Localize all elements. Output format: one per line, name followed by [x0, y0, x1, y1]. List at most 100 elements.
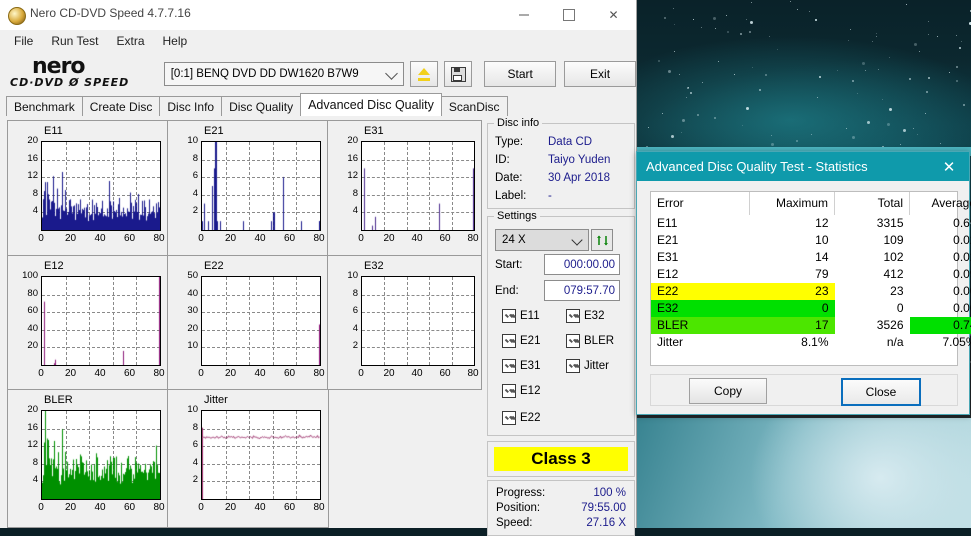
y-axis-tick: 8	[328, 188, 358, 199]
cell-total: 412	[835, 266, 910, 283]
cell-maximum: 0	[750, 300, 835, 317]
menu-help[interactable]: Help	[155, 32, 196, 50]
y-axis-tick: 4	[8, 474, 38, 485]
disc-label-label: Label:	[495, 190, 526, 202]
x-axis-tick: 20	[60, 368, 82, 379]
position-value: 79:55.00	[581, 502, 626, 514]
table-row: E12794120.09	[651, 266, 971, 283]
plot-area	[361, 276, 475, 366]
chart-jitter: Jitter246810020406080	[167, 389, 329, 528]
chart-title: E32	[364, 260, 384, 272]
statistics-dialog: Advanced Disc Quality Test - Statistics …	[636, 151, 970, 415]
menu-extra[interactable]: Extra	[108, 32, 152, 50]
x-axis-tick: 40	[249, 233, 271, 244]
checkbox-e22[interactable]: E22	[502, 411, 540, 425]
cell-average: 0.74	[910, 317, 971, 334]
y-axis-tick: 12	[328, 170, 358, 181]
table-row: E31141020.02	[651, 249, 971, 266]
y-axis-tick: 60	[8, 305, 38, 316]
tab-benchmark[interactable]: Benchmark	[6, 96, 83, 116]
y-axis-tick: 40	[168, 288, 198, 299]
x-axis-tick: 0	[190, 502, 212, 513]
disc-id-label: ID:	[495, 154, 510, 166]
x-axis-tick: 80	[308, 502, 330, 513]
exit-button[interactable]: Exit	[564, 61, 636, 87]
menu-bar: File Run Test Extra Help	[0, 30, 636, 52]
statistics-table: Error Maximum Total Average E111233150.6…	[651, 192, 971, 351]
close-button[interactable]: ✕	[591, 0, 636, 30]
y-axis-tick: 8	[168, 153, 198, 164]
refresh-button[interactable]	[591, 229, 613, 251]
checkbox-e21[interactable]: E21	[502, 334, 540, 348]
menu-file[interactable]: File	[6, 32, 41, 50]
speed-value: 27.16 X	[586, 517, 626, 529]
save-button[interactable]	[444, 61, 472, 87]
th-average: Average	[910, 192, 971, 215]
y-axis-tick: 20	[8, 404, 38, 415]
table-row: BLER1735260.74	[651, 317, 971, 334]
tab-scandisc[interactable]: ScanDisc	[441, 96, 508, 116]
x-axis-tick: 0	[30, 502, 52, 513]
end-input[interactable]: 079:57.70	[544, 280, 620, 301]
y-axis-tick: 6	[328, 305, 358, 316]
table-row: E32000.00	[651, 300, 971, 317]
checkbox-e31[interactable]: E31	[502, 359, 540, 373]
x-axis-tick: 40	[89, 233, 111, 244]
x-axis-tick: 0	[30, 368, 52, 379]
logo-tagline: CD·DVD Ø SPEED	[10, 76, 129, 89]
close-icon: ✕	[943, 158, 956, 176]
close-dialog-button[interactable]: Close	[841, 378, 921, 406]
checkbox-e12[interactable]: E12	[502, 384, 540, 398]
class-result: Class 3	[494, 447, 628, 471]
checkbox-bler[interactable]: BLER	[566, 334, 614, 348]
checkbox-icon	[566, 359, 580, 373]
plot-area	[201, 276, 321, 366]
copy-button[interactable]: Copy	[689, 378, 767, 404]
tab-advanced-disc-quality[interactable]: Advanced Disc Quality	[300, 93, 442, 116]
checkbox-e21-label: E21	[520, 335, 540, 347]
maximize-button[interactable]	[546, 0, 591, 30]
chart-e12: E1220406080100020406080	[7, 255, 169, 390]
x-axis-tick: 20	[220, 502, 242, 513]
nero-main-window: Nero CD-DVD Speed 4.7.7.16 ✕ File Run Te…	[0, 0, 637, 528]
y-axis-tick: 2	[328, 340, 358, 351]
y-axis-tick: 20	[168, 323, 198, 334]
chart-series	[202, 411, 320, 499]
cell-maximum: 17	[750, 317, 835, 334]
y-axis-tick: 4	[328, 323, 358, 334]
th-total: Total	[835, 192, 910, 215]
checkbox-e11[interactable]: E11	[502, 309, 540, 323]
checkbox-jitter[interactable]: Jitter	[566, 359, 609, 373]
th-error: Error	[651, 192, 750, 215]
checkbox-e32-label: E32	[584, 310, 604, 322]
y-axis-tick: 8	[8, 188, 38, 199]
checkbox-e32[interactable]: E32	[566, 309, 604, 323]
tab-create-disc[interactable]: Create Disc	[82, 96, 161, 116]
y-axis-tick: 12	[8, 170, 38, 181]
tab-disc-quality[interactable]: Disc Quality	[221, 96, 301, 116]
disc-info-legend: Disc info	[494, 117, 542, 129]
cell-average: 0.00	[910, 300, 971, 317]
chart-title: E21	[204, 125, 224, 137]
statistics-close-button[interactable]: ✕	[929, 152, 969, 181]
menu-run-test[interactable]: Run Test	[43, 32, 106, 50]
x-axis-tick: 40	[406, 368, 428, 379]
cell-error: E12	[651, 266, 750, 283]
x-axis-tick: 0	[30, 233, 52, 244]
tab-disc-info[interactable]: Disc Info	[159, 96, 222, 116]
start-button[interactable]: Start	[484, 61, 556, 87]
table-header-row: Error Maximum Total Average	[651, 192, 971, 215]
x-axis-tick: 40	[249, 368, 271, 379]
disc-type-label: Type:	[495, 136, 523, 148]
drive-select[interactable]: [0:1] BENQ DVD DD DW1620 B7W9	[164, 62, 405, 86]
y-axis-tick: 50	[168, 270, 198, 281]
chart-title: BLER	[44, 394, 73, 406]
eject-button[interactable]	[410, 61, 438, 87]
y-axis-tick: 6	[168, 170, 198, 181]
minimize-button[interactable]	[501, 0, 546, 30]
speed-select[interactable]: 24 X	[495, 229, 589, 251]
start-input[interactable]: 000:00.00	[544, 254, 620, 275]
nero-logo: nero CD·DVD Ø SPEED	[8, 54, 156, 94]
settings-legend: Settings	[494, 210, 540, 222]
y-axis-tick: 16	[328, 153, 358, 164]
